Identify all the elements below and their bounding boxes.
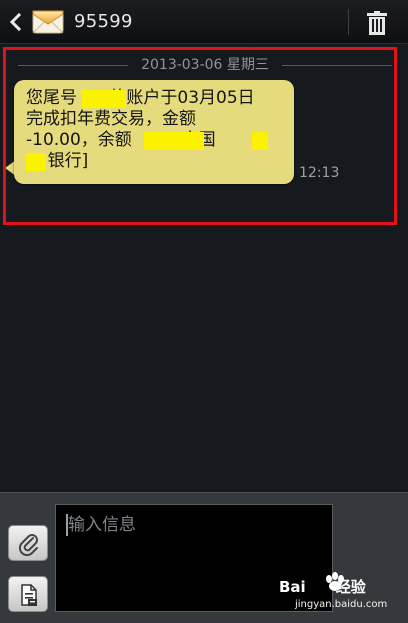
document-icon (21, 584, 37, 606)
highlight-box (3, 47, 397, 225)
paperclip-icon (18, 534, 38, 556)
message-thread[interactable]: 2013-03-06 星期三 您尾号 的账户于03月05日 完成扣年费交易，金额… (0, 44, 408, 492)
attach-button[interactable] (8, 525, 48, 561)
baidu-watermark: Bai 经验 jingyan.baidu.com (277, 570, 405, 618)
envelope-icon (32, 9, 64, 35)
watermark-url: jingyan.baidu.com (295, 599, 388, 610)
watermark-logo: Bai 经验 (279, 578, 366, 596)
input-placeholder: 输入信息 (68, 515, 136, 535)
divider (348, 9, 349, 35)
template-button[interactable] (8, 576, 48, 612)
trash-icon[interactable] (366, 11, 388, 35)
chevron-left-icon[interactable] (6, 9, 26, 35)
contact-number[interactable]: 95599 (74, 11, 133, 32)
app-header: 95599 (0, 0, 408, 44)
